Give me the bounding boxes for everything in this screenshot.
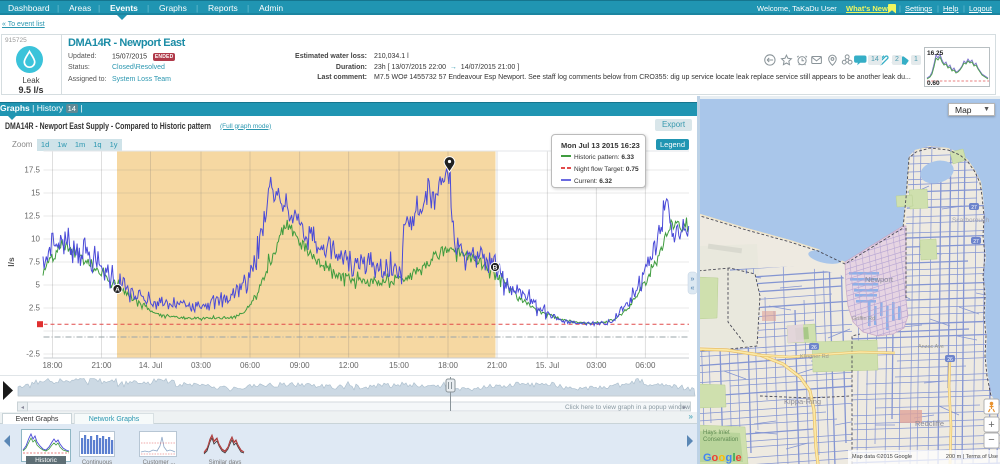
svg-text:7.5: 7.5: [29, 258, 41, 267]
svg-text:15:00: 15:00: [389, 361, 410, 370]
svg-text:Map data ©2015 Google: Map data ©2015 Google: [852, 453, 912, 460]
svg-text:Hays Inlet: Hays Inlet: [703, 430, 730, 436]
svg-text:15: 15: [31, 189, 40, 198]
svg-text:◂: ◂: [21, 405, 24, 411]
svg-text:Scarborough: Scarborough: [952, 217, 990, 224]
svg-text:06:00: 06:00: [635, 361, 656, 370]
svg-text:2.5: 2.5: [29, 304, 41, 313]
svg-text:15. Jul: 15. Jul: [536, 361, 560, 370]
svg-text:Klingner Rd: Klingner Rd: [800, 354, 829, 360]
svg-text:g: g: [726, 452, 733, 464]
svg-text:Newport: Newport: [865, 275, 894, 284]
svg-text:17.5: 17.5: [24, 166, 40, 175]
svg-text:e: e: [736, 452, 742, 464]
svg-text:10: 10: [31, 235, 40, 244]
svg-text:18:00: 18:00: [42, 361, 63, 370]
svg-text:Griffin Rd: Griffin Rd: [852, 316, 875, 322]
svg-text:200 m | Terms of Use: 200 m | Terms of Use: [946, 454, 998, 460]
svg-text:Redcliffe: Redcliffe: [915, 419, 944, 428]
svg-text:21:00: 21:00: [91, 361, 112, 370]
svg-text:03:00: 03:00: [191, 361, 212, 370]
svg-text:14. Jul: 14. Jul: [139, 361, 163, 370]
svg-text:0.60: 0.60: [927, 80, 940, 86]
svg-text:Anzac Ave: Anzac Ave: [918, 344, 944, 350]
svg-text:21:00: 21:00: [487, 361, 508, 370]
svg-text:o: o: [712, 452, 719, 464]
svg-text:«: «: [691, 285, 695, 292]
svg-text:16.25: 16.25: [927, 50, 944, 57]
svg-text:Click here to view graph in a: Click here to view graph in a popup wind…: [565, 404, 690, 411]
svg-text:12:00: 12:00: [339, 361, 360, 370]
svg-text:27: 27: [971, 205, 977, 211]
svg-text:26: 26: [811, 345, 817, 351]
svg-text:+: +: [988, 419, 994, 431]
svg-text:06:00: 06:00: [240, 361, 261, 370]
svg-text:12.5: 12.5: [24, 212, 40, 221]
svg-text:5: 5: [36, 281, 41, 290]
svg-text:Kippa-Ring: Kippa-Ring: [784, 397, 821, 406]
svg-text:−: −: [988, 434, 994, 446]
svg-text:B: B: [493, 265, 498, 272]
svg-text:09:00: 09:00: [290, 361, 311, 370]
svg-text:26: 26: [947, 357, 953, 363]
svg-text:-2.5: -2.5: [26, 350, 40, 359]
svg-text:Conservation: Conservation: [703, 437, 738, 443]
svg-text:o: o: [719, 452, 726, 464]
svg-text:18:00: 18:00: [438, 361, 459, 370]
svg-text:03:00: 03:00: [586, 361, 607, 370]
svg-text:27: 27: [973, 239, 979, 245]
svg-text:G: G: [703, 452, 712, 464]
svg-text:l/s: l/s: [6, 257, 16, 267]
svg-text:»: »: [691, 276, 695, 283]
svg-text:A: A: [115, 287, 120, 294]
